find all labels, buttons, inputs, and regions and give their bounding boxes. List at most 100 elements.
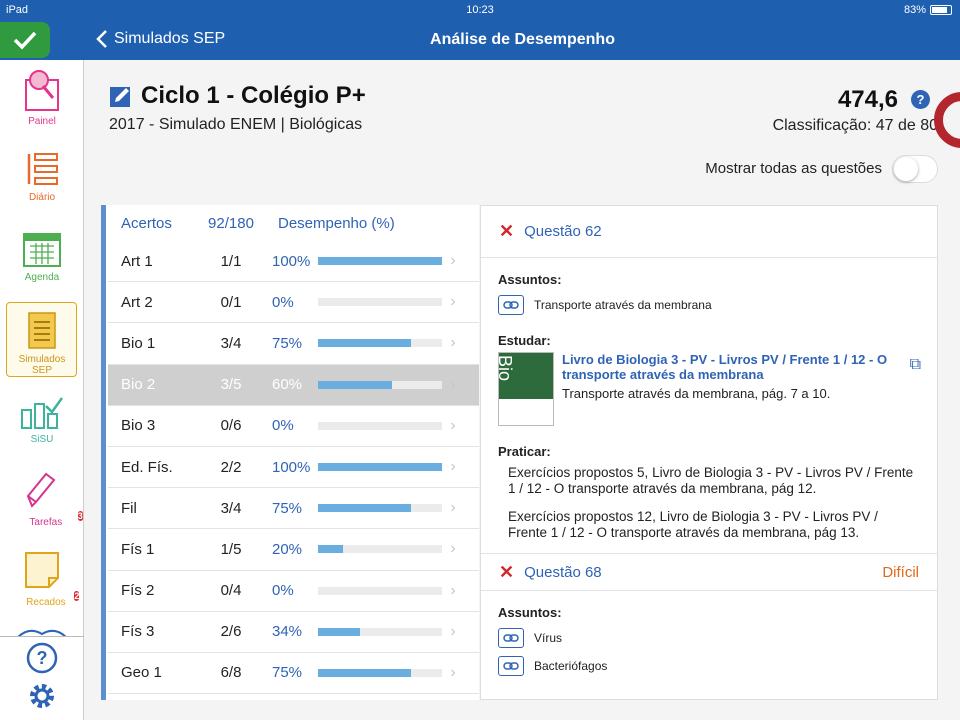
subject-name: Ed. Fís.: [121, 458, 173, 476]
status-bar: iPad 10:23 83%: [0, 0, 960, 20]
subject-percent: 0%: [272, 293, 294, 311]
performance-bar: [318, 298, 442, 307]
gear-icon: [30, 684, 54, 708]
table-row[interactable]: Bio 2 3/5 60% ›: [108, 364, 479, 406]
battery-icon: [930, 5, 952, 15]
chevron-right-icon: ›: [450, 252, 456, 270]
performance-bar: [318, 504, 442, 513]
sidebar-label-recados: Recados: [26, 597, 66, 608]
table-row[interactable]: Bio 3 0/6 0% ›: [108, 406, 479, 447]
subject-percent: 100%: [272, 252, 311, 270]
subject-score: 3/4: [220, 499, 242, 517]
performance-bar-fill: [318, 627, 361, 636]
book-cover: Bio: [498, 352, 554, 426]
col-desempenho: Desempenho (%): [278, 214, 395, 232]
performance-bar-fill: [318, 380, 393, 389]
score-value: 474,6: [837, 86, 898, 113]
chevron-right-icon: ›: [450, 622, 456, 640]
record-indicator: [934, 92, 960, 148]
subject-percent: 0%: [272, 582, 294, 600]
external-link-icon[interactable]: ⧉: [910, 356, 921, 374]
chevron-right-icon: ›: [450, 663, 456, 681]
question-header[interactable]: ✕ Questão 62: [481, 206, 937, 258]
show-all-toggle[interactable]: [892, 155, 938, 183]
sidebar-item-more[interactable]: [0, 624, 84, 636]
exam-subtitle: 2017 - Simulado ENEM | Biológicas: [109, 116, 363, 133]
table-row[interactable]: Fil 3/4 75% ›: [108, 488, 479, 530]
calendar-icon: [23, 233, 61, 267]
praticar-label: Praticar:: [498, 444, 551, 459]
subject-score: 2/6: [220, 623, 242, 641]
subject-score: 1/1: [220, 252, 242, 270]
assuntos-label: Assuntos:: [498, 272, 562, 287]
subject-score: 3/4: [220, 334, 242, 352]
book-link[interactable]: Livro de Biologia 3 - PV - Livros PV / F…: [562, 352, 892, 382]
sidebar-item-recados[interactable]: 2 Recados: [0, 550, 84, 610]
subject-score: 0/4: [220, 582, 242, 600]
table-row[interactable]: Fís 3 2/6 34% ›: [108, 612, 479, 653]
sidebar-label-diario: Diário: [28, 192, 56, 203]
exam-title-text: Ciclo 1 - Colégio P+: [141, 82, 366, 109]
sidebar-item-painel[interactable]: Painel: [0, 68, 84, 127]
subject-name: Art 2: [121, 293, 153, 311]
main-content: Ciclo 1 - Colégio P+ 2017 - Simulado ENE…: [85, 60, 960, 720]
table-row[interactable]: Bio 1 3/4 75% ›: [108, 323, 479, 365]
study-book[interactable]: Bio Livro de Biologia 3 - PV - Livros PV…: [481, 352, 937, 426]
table-row[interactable]: Fís 1 1/5 20% ›: [108, 529, 479, 571]
performance-bar-fill: [318, 668, 411, 677]
book-desc: Transporte através da membrana, pág. 7 a…: [562, 386, 831, 401]
link-icon: [498, 295, 524, 315]
subject-name: Fís 3: [121, 623, 155, 641]
praticar-item-2: Exercícios propostos 12, Livro de Biolog…: [508, 509, 878, 540]
sidebar-item-tarefas[interactable]: 3 Tarefas: [0, 470, 84, 530]
sidebar-item-diario[interactable]: Diário: [0, 150, 84, 203]
performance-bar-fill: [318, 463, 442, 472]
check-button[interactable]: [0, 22, 50, 58]
wrong-icon: ✕: [499, 221, 515, 241]
chevron-right-icon: ›: [450, 293, 456, 311]
chevron-right-icon: ›: [450, 581, 456, 599]
assunto-text: Vírus: [534, 631, 563, 645]
sidebar-label-simulados: Simulados SEP: [18, 354, 66, 376]
assunto-item[interactable]: Bacteriófagos: [481, 656, 937, 676]
table-row[interactable]: Art 1 1/1 100% ›: [108, 241, 479, 283]
chevron-right-icon: ›: [450, 375, 456, 393]
subject-percent: 75%: [272, 664, 303, 682]
table-row[interactable]: Geo 1 6/8 75% ›: [108, 653, 479, 695]
subject-percent: 20%: [272, 540, 303, 558]
table-row[interactable]: Ed. Fís. 2/2 100% ›: [108, 447, 479, 489]
help-button[interactable]: ?: [0, 642, 84, 677]
question-title: Questão 68: [524, 563, 602, 581]
table-row[interactable]: Art 2 0/1 0% ›: [108, 282, 479, 324]
nav-bar: Simulados SEP Análise de Desempenho: [0, 20, 960, 60]
sidebar-label-tarefas: Tarefas: [29, 517, 63, 528]
subject-name: Bio 2: [121, 376, 156, 394]
table-row[interactable]: Fís 2 0/4 0% ›: [108, 571, 479, 612]
sidebar-item-agenda[interactable]: Agenda: [0, 230, 84, 283]
subject-percent: 75%: [272, 499, 303, 517]
book-cover-text: Bio: [498, 355, 515, 382]
chevron-right-icon: ›: [450, 540, 456, 558]
performance-bar: [318, 463, 442, 472]
subject-percent: 75%: [272, 334, 303, 352]
sidebar-label-agenda: Agenda: [24, 272, 60, 283]
subject-name: Fil: [121, 499, 137, 517]
sidebar-label-painel: Painel: [28, 116, 56, 127]
help-icon: ?: [26, 642, 58, 674]
clock: 10:23: [466, 4, 494, 16]
assunto-item[interactable]: Vírus: [481, 628, 937, 648]
subject-score: 6/8: [220, 664, 242, 682]
tarefas-badge: 3: [77, 511, 83, 521]
question-header[interactable]: ✕ Questão 68 Difícil: [481, 553, 937, 591]
performance-bar: [318, 627, 442, 636]
assunto-item[interactable]: Transporte através da membrana: [481, 295, 937, 315]
score-help-button[interactable]: ?: [911, 90, 930, 109]
sidebar-item-simulados[interactable]: Simulados SEP: [0, 302, 84, 377]
svg-text:?: ?: [37, 648, 48, 668]
sidebar-item-sisu[interactable]: SiSU: [0, 396, 84, 445]
subject-name: Art 1: [121, 252, 153, 270]
performance-bar: [318, 586, 442, 595]
wrong-icon: ✕: [499, 561, 515, 582]
link-icon: [498, 656, 524, 676]
settings-button[interactable]: [0, 680, 84, 715]
